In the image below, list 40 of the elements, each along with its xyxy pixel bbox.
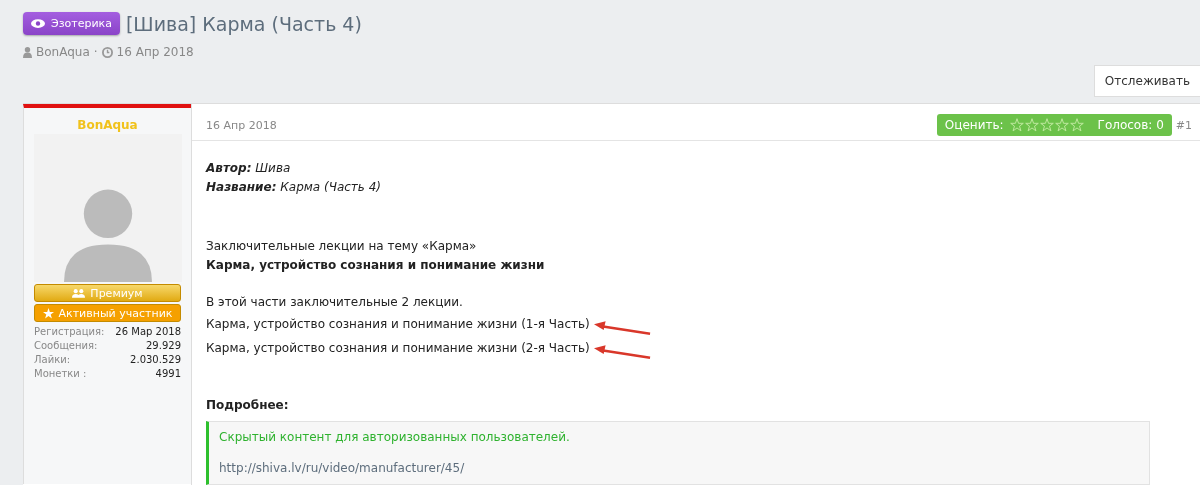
- post-text: В этой части заключительные 2 лекции.: [206, 294, 463, 311]
- stat-label: Регистрация:: [34, 325, 105, 339]
- user-banner: Активный участник: [34, 304, 181, 322]
- rating-label: Оценить:: [944, 118, 1004, 132]
- thread-title: [Шива] Карма (Часть 4): [125, 12, 362, 35]
- users-icon: [72, 288, 86, 298]
- vote-count: Голосов: 0: [1097, 118, 1164, 132]
- star-rating-icon[interactable]: [1024, 118, 1039, 132]
- meta-separator: ·: [93, 45, 98, 59]
- star-rating-icon[interactable]: [1054, 118, 1069, 132]
- stat-value: 2.030.529: [130, 353, 181, 367]
- stat-label: Сообщения:: [34, 339, 98, 353]
- thread-author[interactable]: BonAqua: [36, 45, 90, 59]
- user-banner: Премиум: [34, 284, 181, 302]
- post-field: Название: Карма (Часть 4): [206, 178, 1186, 197]
- stat-value: 29.929: [146, 339, 181, 353]
- stat-value: 26 Мар 2018: [115, 325, 181, 339]
- star-icon: [42, 307, 54, 319]
- video-link[interactable]: http://shiva.lv/ru/video/manufacturer/45/: [219, 459, 1139, 478]
- post-field: Автор: Шива: [206, 159, 1186, 178]
- thread-date: 16 Апр 2018: [116, 45, 194, 59]
- stat-value: 4991: [155, 367, 181, 381]
- category-tag[interactable]: Эзотерика: [23, 12, 120, 35]
- hidden-notice: Скрытый контент для авторизованных пользователей.: [219, 429, 571, 446]
- stat-label: Монетки :: [34, 367, 87, 381]
- post-text: Заключительные лекции на тему «Карма»: [206, 238, 478, 255]
- star-rating-icon[interactable]: [1069, 118, 1084, 132]
- post-text: Карма, устройство сознания и понимание жизни (2-я Часть): [206, 339, 590, 357]
- post-date: 16 Апр 2018: [206, 118, 278, 132]
- star-rating-icon[interactable]: [1009, 118, 1024, 132]
- follow-button[interactable]: Отслеживать: [1093, 65, 1200, 97]
- post-text: Карма, устройство сознания и понимание жизни (1-я Часть): [206, 315, 590, 333]
- eye-icon: [31, 19, 45, 28]
- star-rating-icon[interactable]: [1039, 118, 1054, 132]
- stat-label: Лайки:: [34, 353, 71, 367]
- user-icon: [23, 46, 32, 58]
- post-heading: Карма, устройство сознания и понимание жизни: [206, 257, 546, 274]
- post-number[interactable]: #1: [1175, 118, 1192, 132]
- more-label: Подробнее:: [206, 397, 290, 414]
- clock-icon: [101, 46, 113, 58]
